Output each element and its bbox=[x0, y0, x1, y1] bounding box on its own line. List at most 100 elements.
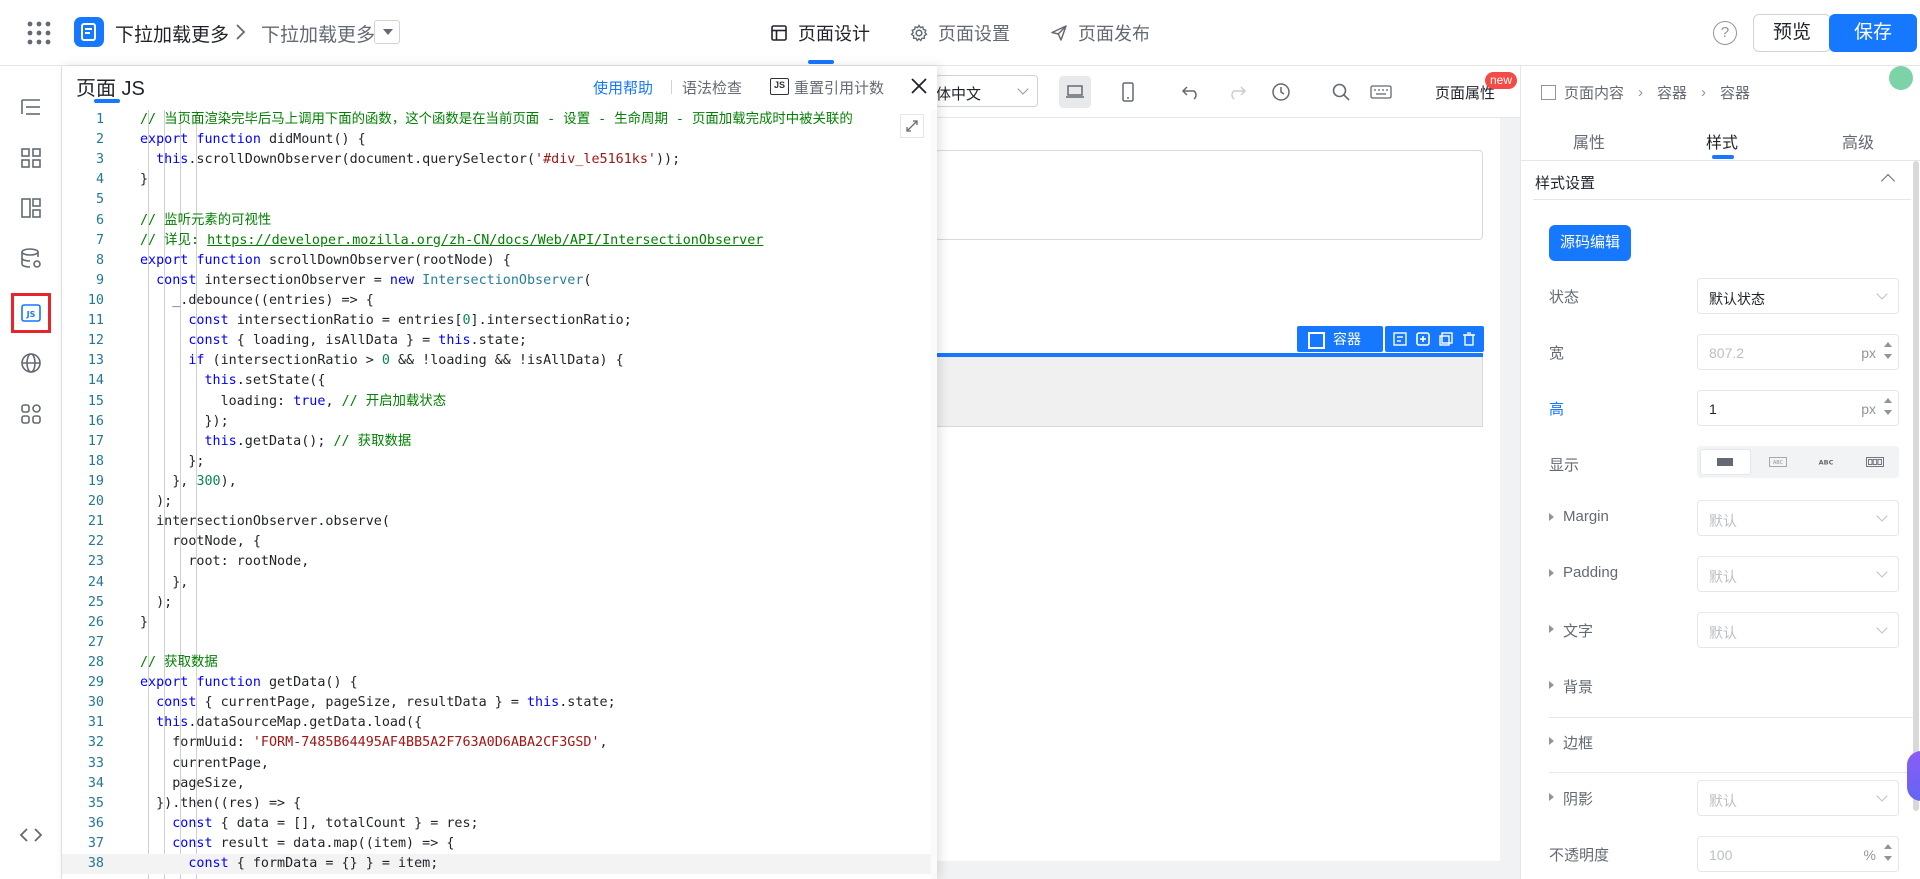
code-line[interactable]: 32 formUuid: 'FORM-7485B64495AF4BB5A2F76… bbox=[62, 733, 937, 753]
code-line[interactable]: 8 export function scrollDownObserver(root… bbox=[62, 251, 937, 271]
code-line[interactable]: 15 loading: true, // 开启加载状态 bbox=[62, 392, 937, 412]
code-line[interactable]: 22 rootNode, { bbox=[62, 532, 937, 552]
insert-above-icon[interactable] bbox=[1391, 330, 1409, 348]
help-icon[interactable]: ? bbox=[1713, 21, 1737, 45]
code-icon[interactable] bbox=[14, 818, 48, 852]
shadow-label[interactable]: 阴影 bbox=[1549, 788, 1593, 809]
expand-icon[interactable] bbox=[900, 114, 924, 138]
code-line[interactable]: 28 // 获取数据 bbox=[62, 653, 937, 673]
tab-page-design[interactable]: 页面设计 bbox=[770, 0, 870, 66]
language-select[interactable]: 体中文 bbox=[935, 75, 1038, 107]
history-icon[interactable] bbox=[1265, 76, 1297, 108]
redo-icon[interactable] bbox=[1221, 76, 1253, 108]
delete-icon[interactable] bbox=[1460, 330, 1478, 348]
editor-scrollbar[interactable] bbox=[931, 110, 937, 879]
code-line[interactable]: 2 export function didMount() { bbox=[62, 130, 937, 150]
code-line[interactable]: 9 const intersectionObserver = new Inter… bbox=[62, 271, 937, 291]
code-line[interactable]: 14 this.setState({ bbox=[62, 371, 937, 391]
code-line[interactable]: 23 root: rootNode, bbox=[62, 552, 937, 572]
code-line[interactable]: 1 // 当页面渲染完毕后马上调用下面的函数，这个函数是在当前页面 - 设置 - … bbox=[62, 110, 937, 130]
chevron-up-icon[interactable] bbox=[1880, 173, 1896, 189]
layout-templates-icon[interactable] bbox=[14, 191, 48, 225]
js-icon[interactable]: JS bbox=[11, 293, 51, 333]
syntax-check-button[interactable]: 语法检查 bbox=[682, 77, 742, 98]
desktop-view-icon[interactable] bbox=[1059, 76, 1091, 108]
margin-label[interactable]: Margin bbox=[1549, 508, 1609, 525]
code-line[interactable]: 17 this.getData(); // 获取数据 bbox=[62, 432, 937, 452]
text-label[interactable]: 文字 bbox=[1549, 620, 1593, 641]
tab-properties[interactable]: 属性 bbox=[1573, 129, 1605, 153]
display-block-option[interactable] bbox=[1700, 449, 1751, 475]
code-line[interactable]: 4} bbox=[62, 170, 937, 190]
save-button[interactable]: 保存 bbox=[1829, 14, 1917, 52]
code-line[interactable]: 20 ); bbox=[62, 492, 937, 512]
breadcrumb-item[interactable]: 容器 bbox=[1720, 82, 1750, 103]
code-line[interactable]: 26} bbox=[62, 613, 937, 633]
tab-advanced[interactable]: 高级 bbox=[1842, 129, 1874, 153]
display-inline-block-option[interactable] bbox=[1851, 446, 1900, 478]
code-line[interactable]: 21 intersectionObserver.observe( bbox=[62, 512, 937, 532]
panel-scrollbar[interactable] bbox=[1913, 161, 1919, 811]
opacity-input[interactable]: 100 % bbox=[1697, 836, 1899, 872]
source-edit-button[interactable]: 源码编辑 bbox=[1549, 225, 1631, 261]
stepper-icon[interactable] bbox=[1884, 844, 1892, 864]
display-inline-option[interactable]: ABC bbox=[1754, 446, 1803, 478]
app-title[interactable]: 下拉加载更多 bbox=[115, 20, 229, 47]
code-line[interactable]: 12 const { loading, isAllData } = this.s… bbox=[62, 331, 937, 351]
code-line[interactable]: 29 export function getData() { bbox=[62, 673, 937, 693]
code-line[interactable]: 34 pageSize, bbox=[62, 774, 937, 794]
width-input[interactable]: 807.2 px bbox=[1697, 334, 1899, 370]
tab-page-publish[interactable]: 页面发布 bbox=[1050, 0, 1150, 66]
code-line[interactable]: 18 }; bbox=[62, 452, 937, 472]
copy-icon[interactable] bbox=[1437, 330, 1455, 348]
page-name[interactable]: 下拉加载更多 bbox=[261, 20, 375, 47]
border-label[interactable]: 边框 bbox=[1549, 732, 1593, 753]
code-line[interactable]: 37 const result = data.map((item) => { bbox=[62, 834, 937, 854]
style-settings-header[interactable]: 样式设置 bbox=[1535, 172, 1595, 193]
components-icon[interactable] bbox=[14, 141, 48, 175]
code-line[interactable]: 19 }, 300), bbox=[62, 472, 937, 492]
undo-icon[interactable] bbox=[1175, 76, 1207, 108]
add-icon[interactable] bbox=[1414, 330, 1432, 348]
code-line[interactable]: 35 }).then((res) => { bbox=[62, 794, 937, 814]
keyboard-icon[interactable] bbox=[1365, 76, 1397, 108]
code-line[interactable]: 13 if (intersectionRatio > 0 && !loading… bbox=[62, 351, 937, 371]
code-line[interactable]: 24 }, bbox=[62, 573, 937, 593]
canvas-container-selected[interactable] bbox=[935, 353, 1483, 427]
code-line[interactable]: 3 this.scrollDownObserver(document.query… bbox=[62, 150, 937, 170]
height-unit[interactable]: px bbox=[1861, 401, 1876, 417]
height-input[interactable]: 1 px bbox=[1697, 390, 1899, 426]
canvas-container-top[interactable] bbox=[935, 150, 1483, 240]
code-line[interactable]: 5 bbox=[62, 190, 937, 210]
globe-icon[interactable] bbox=[14, 346, 48, 380]
mobile-view-icon[interactable] bbox=[1112, 76, 1144, 108]
code-line[interactable]: 10 _.debounce((entries) => { bbox=[62, 291, 937, 311]
code-line[interactable]: 27 bbox=[62, 633, 937, 653]
code-line[interactable]: 33 currentPage, bbox=[62, 754, 937, 774]
close-icon[interactable] bbox=[908, 75, 930, 97]
assistant-bubble-icon[interactable] bbox=[1907, 751, 1920, 801]
display-text-option[interactable]: ABC bbox=[1802, 446, 1851, 478]
code-line[interactable]: 36 const { data = [], totalCount } = res… bbox=[62, 814, 937, 834]
stepper-icon[interactable] bbox=[1884, 398, 1892, 418]
stepper-icon[interactable] bbox=[1884, 342, 1892, 362]
breadcrumb-item[interactable]: 页面内容 bbox=[1564, 82, 1624, 103]
datasource-icon[interactable] bbox=[14, 242, 48, 276]
margin-select[interactable]: 默认 bbox=[1697, 500, 1899, 536]
usage-help-link[interactable]: 使用帮助 bbox=[593, 77, 653, 98]
padding-label[interactable]: Padding bbox=[1549, 564, 1618, 581]
code-line[interactable]: 11 const intersectionRatio = entries[0].… bbox=[62, 311, 937, 331]
tab-style[interactable]: 样式 bbox=[1706, 129, 1738, 159]
text-select[interactable]: 默认 bbox=[1697, 612, 1899, 648]
breadcrumb-item[interactable]: 容器 bbox=[1657, 82, 1687, 103]
background-label[interactable]: 背景 bbox=[1549, 676, 1593, 697]
padding-select[interactable]: 默认 bbox=[1697, 556, 1899, 592]
code-editor[interactable]: 1 // 当页面渲染完毕后马上调用下面的函数，这个函数是在当前页面 - 设置 - … bbox=[62, 110, 937, 879]
code-line[interactable]: 31 this.dataSourceMap.getData.load({ bbox=[62, 713, 937, 733]
code-line[interactable]: 25 ); bbox=[62, 593, 937, 613]
code-line[interactable]: 6 // 监听元素的可视性 bbox=[62, 211, 937, 231]
tab-page-settings[interactable]: 页面设置 bbox=[910, 0, 1010, 66]
search-icon[interactable] bbox=[1325, 76, 1357, 108]
code-line[interactable]: 7 // 详见: https://developer.mozilla.org/zh… bbox=[62, 231, 937, 251]
selection-tag[interactable]: 容器 bbox=[1297, 326, 1383, 352]
